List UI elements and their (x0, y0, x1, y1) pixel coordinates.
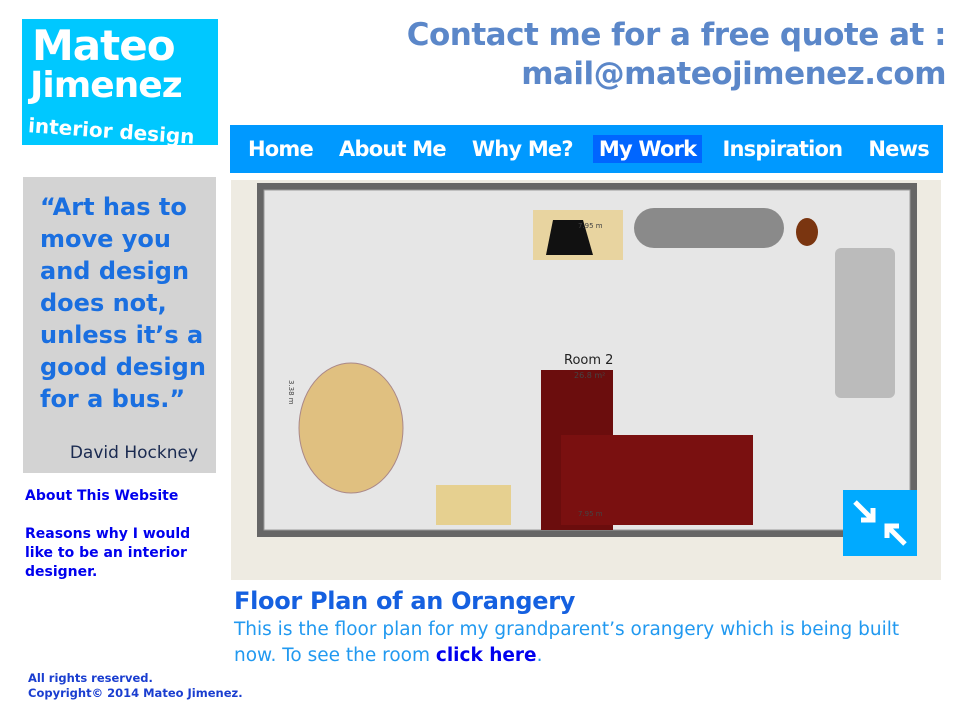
quote-box: “Art has to move you and design does not… (23, 177, 216, 473)
link-reasons[interactable]: Reasons why I would like to be an interi… (25, 525, 200, 582)
room-label: Room 2 (564, 353, 613, 368)
caption-text: This is the floor plan for my grandparen… (234, 617, 934, 669)
caption: Floor Plan of an Orangery This is the fl… (234, 587, 934, 669)
nav-about-me[interactable]: About Me (333, 135, 452, 163)
guitar (796, 218, 818, 246)
logo-last-name: Jimenez (30, 65, 183, 106)
contact-text: Contact me for a free quote at : (406, 17, 947, 53)
dining-table (298, 362, 404, 494)
floor-plan-drawing: Room 2 26.8 m² 7.95 m 7.95 m 3.38 m (257, 183, 917, 537)
nav-home[interactable]: Home (242, 135, 319, 163)
sofa-right (835, 248, 895, 398)
floor-plan-image: Room 2 26.8 m² 7.95 m 7.95 m 3.38 m (231, 180, 941, 580)
nav-why-me[interactable]: Why Me? (466, 135, 579, 163)
expand-button[interactable] (843, 490, 917, 556)
site-logo[interactable]: Mateo Jimenez interior design (22, 19, 218, 149)
bench (634, 208, 784, 248)
room-area: 26.8 m² (574, 371, 605, 380)
quote-text: “Art has to move you and design does not… (40, 193, 206, 413)
nav-news[interactable]: News (862, 135, 935, 163)
caption-end: . (536, 645, 543, 666)
quote-author: David Hockney (69, 443, 198, 463)
footer-copyright: Copyright© 2014 Mateo Jimenez. (28, 686, 243, 700)
main-nav: Home About Me Why Me? My Work Inspiratio… (230, 125, 943, 173)
link-about-website[interactable]: About This Website (25, 487, 200, 506)
logo-first-name: Mateo (32, 21, 176, 70)
side-table (436, 485, 511, 525)
nav-my-work[interactable]: My Work (592, 135, 703, 163)
nav-inspiration[interactable]: Inspiration (716, 135, 848, 163)
dimension-top: 7.95 m (578, 222, 603, 230)
click-here-link[interactable]: click here (436, 645, 537, 666)
collapse-arrows-icon (853, 500, 907, 546)
footer-rights: All rights reserved. (28, 671, 153, 685)
logo-tagline: interior design (27, 113, 196, 149)
contact-header: Contact me for a free quote at : mail@ma… (406, 16, 947, 94)
caption-title: Floor Plan of an Orangery (234, 587, 576, 615)
dimension-side: 3.38 m (287, 380, 295, 405)
caption-body: This is the floor plan for my grandparen… (234, 619, 900, 666)
footer: All rights reserved. Copyright© 2014 Mat… (28, 671, 243, 701)
sidebar-links: About This Website Reasons why I would l… (25, 487, 200, 582)
dimension-bottom: 7.95 m (578, 510, 603, 518)
contact-email[interactable]: mail@mateojimenez.com (407, 55, 946, 94)
